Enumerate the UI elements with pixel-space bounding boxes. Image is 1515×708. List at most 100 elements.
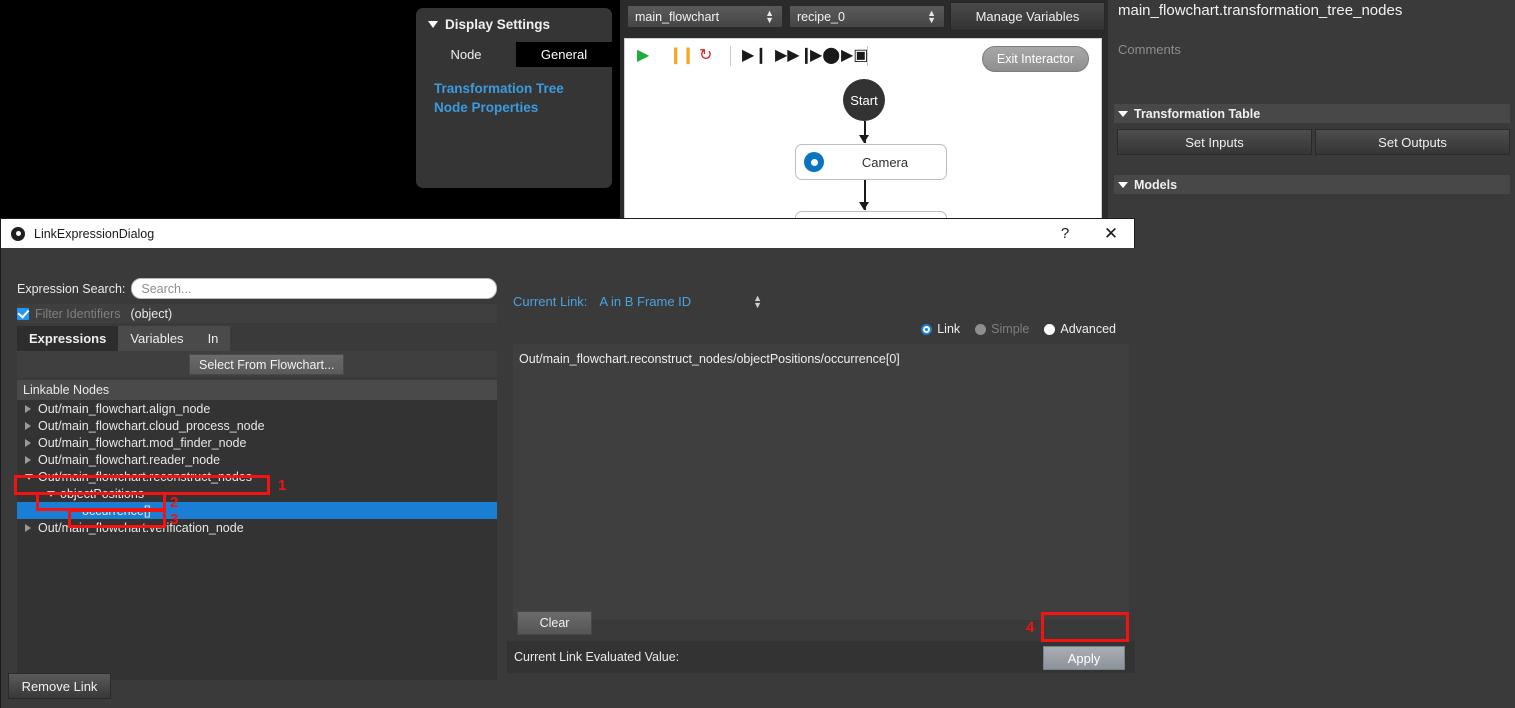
- chevron-down-icon: [1118, 181, 1128, 188]
- radio-advanced-label: Advanced: [1060, 322, 1116, 336]
- tree-item-label: objectPositions: [60, 486, 145, 501]
- select-from-flowchart-button[interactable]: Select From Flowchart...: [189, 354, 345, 375]
- tab-in[interactable]: In: [195, 326, 231, 351]
- link-node-properties[interactable]: Node Properties: [434, 98, 612, 117]
- display-settings-header[interactable]: Display Settings: [416, 8, 612, 32]
- linkable-nodes-header: Linkable Nodes: [17, 380, 497, 400]
- annotation-number-1: 1: [278, 477, 287, 494]
- tree-item[interactable]: Out/main_flowchart.reader_node: [17, 451, 497, 468]
- tree-item[interactable]: Out/main_flowchart.verification_node: [17, 519, 497, 536]
- flowchart-node-start[interactable]: Start: [843, 79, 885, 121]
- annotation-number-2: 2: [170, 494, 179, 511]
- tab-variables[interactable]: Variables: [118, 326, 196, 351]
- flowchart-select-value: main_flowchart: [635, 9, 720, 24]
- pause-icon[interactable]: ❙❙: [669, 48, 695, 64]
- help-icon[interactable]: ?: [1042, 219, 1088, 248]
- chevron-down-icon[interactable]: [47, 490, 55, 497]
- dialog-right-pane: Current Link: A in B Frame ID ▲ ▼ Link Si…: [507, 248, 1135, 708]
- step-icon[interactable]: ▶❙: [742, 48, 768, 64]
- select-from-flowchart-row: Select From Flowchart...: [17, 351, 497, 377]
- tab-node[interactable]: Node: [416, 42, 516, 67]
- flowchart-toolbar: ▶ ❙❙ ↻ ▶❙ ▶▶❙ ▶⬤ ▶▣ Exit Interactor: [625, 39, 1101, 79]
- radio-link-label: Link: [937, 322, 961, 336]
- chevron-updown-icon[interactable]: ▲ ▼: [753, 293, 762, 309]
- chevron-down-icon: [428, 21, 438, 28]
- tree-item-label: Out/main_flowchart.align_node: [38, 401, 211, 416]
- tree-item[interactable]: Out/main_flowchart.align_node: [17, 400, 497, 417]
- fast-forward-icon[interactable]: ▶▶❙: [775, 48, 813, 64]
- reload-icon[interactable]: ↻: [699, 48, 712, 64]
- link-expression-dialog: LinkExpressionDialog ? ✕ Expression Sear…: [0, 218, 1135, 708]
- clear-button[interactable]: Clear: [517, 611, 592, 635]
- dialog-left-pane: Expression Search: Filter Identifiers (o…: [1, 248, 507, 708]
- screen-root: Display Settings Node General Transforma…: [0, 0, 1515, 708]
- app-logo-icon: [11, 226, 25, 241]
- exit-interactor-button[interactable]: Exit Interactor: [981, 46, 1089, 72]
- mode-radio-group: Link Simple Advanced: [921, 322, 1126, 336]
- radio-simple-label: Simple: [991, 322, 1030, 336]
- toolbar-divider: [730, 46, 731, 66]
- flowchart-node-camera[interactable]: Camera: [795, 144, 947, 180]
- tab-general[interactable]: General: [516, 42, 612, 67]
- display-settings-links: Transformation Tree Node Properties: [416, 67, 612, 117]
- section-title: Transformation Table: [1134, 106, 1261, 121]
- apply-button[interactable]: Apply: [1043, 646, 1125, 670]
- chevron-right-icon[interactable]: [25, 523, 31, 532]
- dialog-titlebar[interactable]: LinkExpressionDialog ? ✕: [1, 219, 1134, 248]
- section-models[interactable]: Models: [1114, 175, 1510, 194]
- radio-simple[interactable]: [975, 323, 987, 335]
- tree-item[interactable]: Out/main_flowchart.mod_finder_node: [17, 434, 497, 451]
- dialog-title: LinkExpressionDialog: [34, 226, 155, 241]
- camera-icon: [804, 152, 824, 172]
- radio-link[interactable]: [921, 323, 933, 335]
- set-inputs-button[interactable]: Set Inputs: [1117, 129, 1312, 155]
- search-input[interactable]: [131, 278, 497, 299]
- run-breakpoint-icon[interactable]: ▶▣: [841, 48, 868, 64]
- remove-link-button[interactable]: Remove Link: [8, 673, 111, 699]
- link-transformation-tree[interactable]: Transformation Tree: [434, 79, 612, 98]
- filter-identifiers-row: Filter Identifiers (object): [17, 304, 497, 323]
- dialog-tabs: Expressions Variables In: [17, 326, 231, 351]
- expression-search-label: Expression Search:: [17, 281, 126, 296]
- evaluated-value-label: Current Link Evaluated Value:: [514, 650, 680, 664]
- chevron-down-icon[interactable]: [25, 473, 33, 480]
- tree-item-label: occurrence[]: [82, 503, 151, 518]
- chevron-right-icon[interactable]: [25, 455, 31, 464]
- filter-type-text: (object): [130, 306, 173, 321]
- tree-item[interactable]: Out/main_flowchart.reconstruct_nodes: [17, 468, 497, 485]
- flowchart-canvas[interactable]: ▶ ❙❙ ↻ ▶❙ ▶▶❙ ▶⬤ ▶▣ Exit Interactor Star…: [624, 38, 1102, 247]
- recipe-select[interactable]: recipe_0 ▲ ▼: [789, 5, 945, 28]
- filter-identifiers-label: Filter Identifiers: [35, 306, 121, 321]
- run-to-icon[interactable]: ▶⬤: [810, 48, 840, 64]
- chevron-right-icon[interactable]: [25, 404, 31, 413]
- manage-variables-button[interactable]: Manage Variables: [950, 2, 1105, 31]
- expression-editor[interactable]: Out/main_flowchart.reconstruct_nodes/obj…: [513, 344, 1129, 620]
- set-outputs-button[interactable]: Set Outputs: [1315, 129, 1510, 155]
- annotation-number-3: 3: [170, 511, 179, 528]
- evaluated-value-row: Current Link Evaluated Value:: [507, 641, 1135, 673]
- play-icon[interactable]: ▶: [637, 48, 649, 64]
- tab-expressions[interactable]: Expressions: [17, 326, 119, 351]
- comments-placeholder[interactable]: Comments: [1118, 42, 1181, 57]
- section-transformation-table[interactable]: Transformation Table: [1114, 104, 1510, 123]
- close-icon[interactable]: ✕: [1088, 219, 1134, 248]
- radio-advanced[interactable]: [1044, 323, 1056, 335]
- chevron-updown-icon: ▲ ▼: [927, 8, 936, 25]
- display-settings-title: Display Settings: [445, 17, 551, 32]
- tree-item[interactable]: occurrence[]: [17, 502, 497, 519]
- tree-item-label: Out/main_flowchart.mod_finder_node: [38, 435, 247, 450]
- flowchart-select[interactable]: main_flowchart ▲ ▼: [627, 5, 783, 28]
- flowchart-arrowhead: [859, 202, 869, 210]
- tree-item[interactable]: objectPositions: [17, 485, 497, 502]
- page-title: main_flowchart.transformation_tree_nodes: [1118, 2, 1403, 19]
- chevron-right-icon[interactable]: [25, 421, 31, 430]
- annotation-number-4: 4: [1026, 619, 1035, 636]
- filter-identifiers-checkbox[interactable]: [17, 307, 29, 320]
- current-link-label: Current Link:: [513, 294, 588, 309]
- display-settings-tabs: Node General: [416, 42, 612, 67]
- current-link-value[interactable]: A in B Frame ID: [599, 294, 691, 309]
- chevron-updown-icon: ▲ ▼: [765, 8, 774, 25]
- linkable-nodes-tree[interactable]: Out/main_flowchart.align_node Out/main_fl…: [17, 400, 497, 680]
- tree-item[interactable]: Out/main_flowchart.cloud_process_node: [17, 417, 497, 434]
- chevron-right-icon[interactable]: [25, 438, 31, 447]
